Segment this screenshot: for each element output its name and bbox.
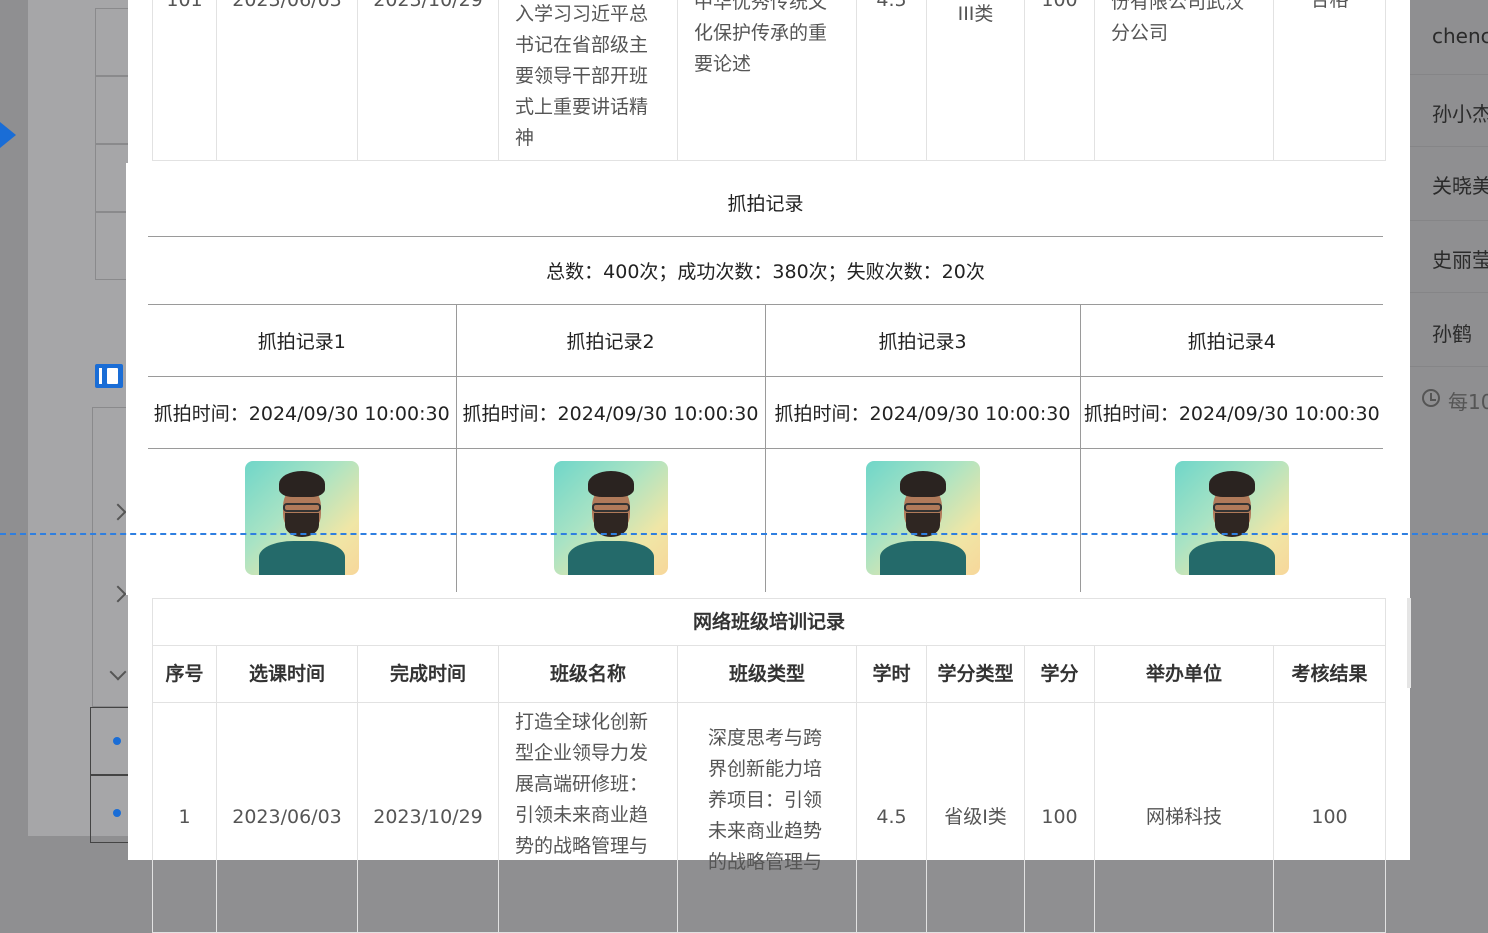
training-table-top-fragment: 101 2023/06/03 2023/10/29 入学习习近平总书记在省部级主…	[152, 0, 1386, 161]
right-list-divider	[1410, 292, 1488, 293]
header-credit-type: 学分类型	[926, 645, 1025, 703]
capture-photo[interactable]	[553, 461, 668, 575]
capture-photo-cell	[455, 448, 765, 592]
capture-label: 抓拍记录3	[764, 304, 1080, 377]
right-list-item[interactable]: 孙鹤	[1432, 318, 1472, 347]
cell-credit-type: 省级I类	[926, 702, 1025, 933]
capture-time: 抓拍时间：2024/09/30 10:00:30	[1079, 376, 1384, 449]
cell-class-name: 打造全球化创新型企业领导力发展高端研修班：引领未来商业趋势的战略管理与	[498, 702, 678, 933]
capture-record-table: 抓拍记录 总数：400次；成功次数：380次；失败次数：20次 抓拍记录1 抓拍…	[148, 168, 1384, 593]
capture-photo[interactable]	[865, 461, 980, 575]
right-list-item[interactable]: chenc	[1432, 24, 1488, 48]
right-list-footer: 每10	[1448, 390, 1488, 414]
right-list-divider	[1410, 146, 1488, 147]
capture-time: 抓拍时间：2024/09/30 10:00:30	[764, 376, 1080, 449]
table-row: 1 2023/06/03 2023/10/29 打造全球化创新型企业领导力发展高…	[152, 702, 1386, 933]
background-left-cell	[95, 76, 128, 144]
right-list-item[interactable]: 关晓美	[1432, 170, 1488, 199]
capture-photo-row	[148, 448, 1384, 593]
capture-photo-cell	[148, 449, 456, 593]
capture-photo[interactable]	[244, 461, 359, 575]
cell-seq: 1	[152, 702, 217, 933]
right-list-item[interactable]: 孙小杰	[1432, 98, 1488, 127]
cell-class-name: 入学习习近平总书记在省部级主要领导干部开班式上重要讲话精神	[498, 0, 678, 161]
training-table: 网络班级培训记录 序号 选课时间 完成时间 班级名称 班级类型 学时 学分类型 …	[152, 598, 1386, 933]
cell-result: 100	[1273, 702, 1386, 933]
background-left-selected-item[interactable]	[90, 775, 128, 843]
training-table-title: 网络班级培训记录	[152, 598, 1386, 646]
play-icon[interactable]	[0, 122, 16, 148]
capture-time: 抓拍时间：2024/09/30 10:00:30	[455, 376, 765, 449]
training-table-caption-row: 网络班级培训记录	[152, 598, 1386, 646]
cell-end: 2023/10/29	[357, 702, 499, 933]
cell-credits: 100	[1024, 702, 1095, 933]
capture-time: 抓拍时间：2024/09/30 10:00:30	[148, 376, 456, 449]
cell-start: 2023/06/03	[216, 702, 358, 933]
capture-summary-row: 总数：400次；成功次数：380次；失败次数：20次	[148, 236, 1384, 305]
cell-hours: 4.5	[856, 702, 927, 933]
capture-label-row: 抓拍记录1 抓拍记录2 抓拍记录3 抓拍记录4	[148, 304, 1384, 377]
background-left-cell	[95, 212, 128, 280]
cell-credits: 100	[1024, 0, 1095, 161]
cell-organizer: 网梯科技	[1094, 702, 1274, 933]
cell-class-type: 深度思考与跨界创新能力培养项目：引领未来商业趋势的战略管理与	[677, 702, 857, 933]
cell-seq: 101	[152, 0, 217, 161]
right-list-item[interactable]: 史丽莹	[1432, 244, 1488, 273]
cell-result: 合格	[1273, 0, 1386, 161]
capture-title-row: 抓拍记录	[148, 168, 1384, 237]
guide-line	[0, 533, 1488, 535]
table-row: 101 2023/06/03 2023/10/29 入学习习近平总书记在省部级主…	[152, 0, 1386, 161]
cell-end: 2023/10/29	[357, 0, 499, 161]
capture-time-row: 抓拍时间：2024/09/30 10:00:30 抓拍时间：2024/09/30…	[148, 376, 1384, 449]
cell-organizer: 份有限公司武汉分公司	[1094, 0, 1274, 161]
header-start: 选课时间	[216, 645, 358, 703]
background-left-cell	[95, 144, 128, 212]
header-seq: 序号	[152, 645, 217, 703]
capture-photo-cell	[764, 448, 1080, 592]
bullet-icon	[113, 809, 121, 817]
training-table-header-row: 序号 选课时间 完成时间 班级名称 班级类型 学时 学分类型 学分 举办单位 考…	[152, 645, 1386, 703]
capture-label: 抓拍记录2	[455, 304, 765, 377]
cell-start: 2023/06/03	[216, 0, 358, 161]
cell-credit-type: III类	[926, 0, 1025, 161]
header-class-type: 班级类型	[677, 645, 857, 703]
bullet-icon	[113, 737, 121, 745]
clock-icon	[1422, 389, 1440, 407]
capture-title: 抓拍记录	[148, 168, 1384, 237]
capture-label: 抓拍记录4	[1079, 304, 1384, 377]
header-hours: 学时	[856, 645, 927, 703]
cell-hours: 4.5	[856, 0, 927, 161]
capture-summary: 总数：400次；成功次数：380次；失败次数：20次	[148, 236, 1384, 305]
sheet-edge	[1407, 598, 1411, 688]
header-end: 完成时间	[357, 645, 499, 703]
header-result: 考核结果	[1273, 645, 1386, 703]
capture-label: 抓拍记录1	[148, 304, 456, 377]
right-list-divider	[1410, 220, 1488, 221]
book-icon	[95, 364, 123, 388]
capture-photo[interactable]	[1174, 461, 1289, 575]
cell-class-type: 中华优秀传统文化保护传承的重要论述	[677, 0, 857, 161]
right-list-divider	[1410, 74, 1488, 75]
background-left-list	[92, 407, 128, 707]
right-list-divider	[1410, 366, 1488, 367]
header-organizer: 举办单位	[1094, 645, 1274, 703]
background-left-selected-item[interactable]	[90, 707, 128, 775]
header-class-name: 班级名称	[498, 645, 678, 703]
header-credits: 学分	[1024, 645, 1095, 703]
background-left-cell	[95, 8, 128, 76]
capture-photo-cell	[1079, 448, 1384, 592]
